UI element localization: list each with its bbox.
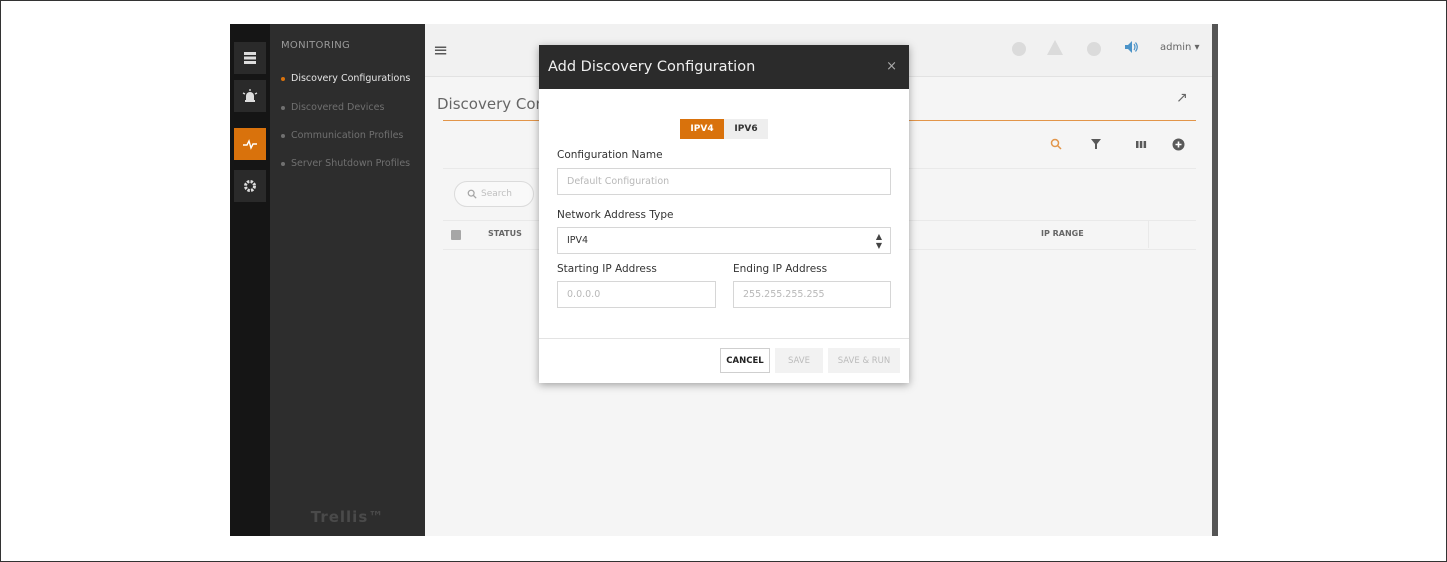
network-address-type-value: IPV4 (567, 235, 589, 246)
network-address-type-select[interactable]: IPV4 ▲ ▼ (557, 227, 891, 254)
server-icon[interactable] (234, 42, 266, 74)
tab-ipv6[interactable]: IPV6 (724, 119, 768, 139)
nav-item-discovery-configurations[interactable]: Discovery Configurations (281, 73, 410, 84)
configuration-name-label: Configuration Name (557, 149, 663, 161)
bullet-icon (281, 133, 285, 138)
gear-icon[interactable] (234, 170, 266, 202)
nav-item-server-shutdown-profiles[interactable]: Server Shutdown Profiles (281, 158, 410, 169)
starting-ip-label: Starting IP Address (557, 263, 657, 275)
dialog-footer-divider (539, 338, 909, 339)
brand-logo: Trellis™ (310, 508, 385, 526)
nav-item-label: Discovered Devices (291, 102, 385, 113)
nav-item-label: Communication Profiles (291, 130, 404, 141)
select-caret-icon: ▲ ▼ (875, 231, 882, 250)
dialog-title: Add Discovery Configuration (548, 59, 756, 75)
network-address-type-label: Network Address Type (557, 209, 674, 221)
cancel-button[interactable]: CANCEL (720, 348, 770, 373)
dialog-header: Add Discovery Configuration × (539, 45, 909, 89)
ending-ip-input[interactable]: 255.255.255.255 (733, 281, 891, 308)
save-button[interactable]: SAVE (775, 348, 823, 373)
add-discovery-configuration-dialog: Add Discovery Configuration × IPV4 IPV6 … (539, 45, 909, 383)
starting-ip-input[interactable]: 0.0.0.0 (557, 281, 716, 308)
nav-item-label: Discovery Configurations (291, 73, 411, 84)
pulse-icon[interactable] (234, 128, 266, 160)
bullet-icon (281, 161, 285, 166)
configuration-name-input[interactable]: Default Configuration (557, 168, 891, 195)
tab-ipv4[interactable]: IPV4 (680, 119, 724, 139)
nav-item-discovered-devices[interactable]: Discovered Devices (281, 102, 384, 113)
nav-section-title: MONITORING (281, 40, 351, 51)
save-and-run-button[interactable]: SAVE & RUN (828, 348, 900, 373)
bullet-icon (281, 76, 285, 81)
close-icon[interactable]: × (886, 59, 897, 74)
icon-rail (230, 24, 270, 536)
nav-item-communication-profiles[interactable]: Communication Profiles (281, 130, 403, 141)
nav-panel: MONITORING Discovery Configurations Disc… (270, 24, 425, 536)
bullet-icon (281, 105, 285, 110)
nav-item-label: Server Shutdown Profiles (291, 158, 411, 169)
alarm-icon[interactable] (234, 80, 266, 112)
ending-ip-label: Ending IP Address (733, 263, 828, 275)
